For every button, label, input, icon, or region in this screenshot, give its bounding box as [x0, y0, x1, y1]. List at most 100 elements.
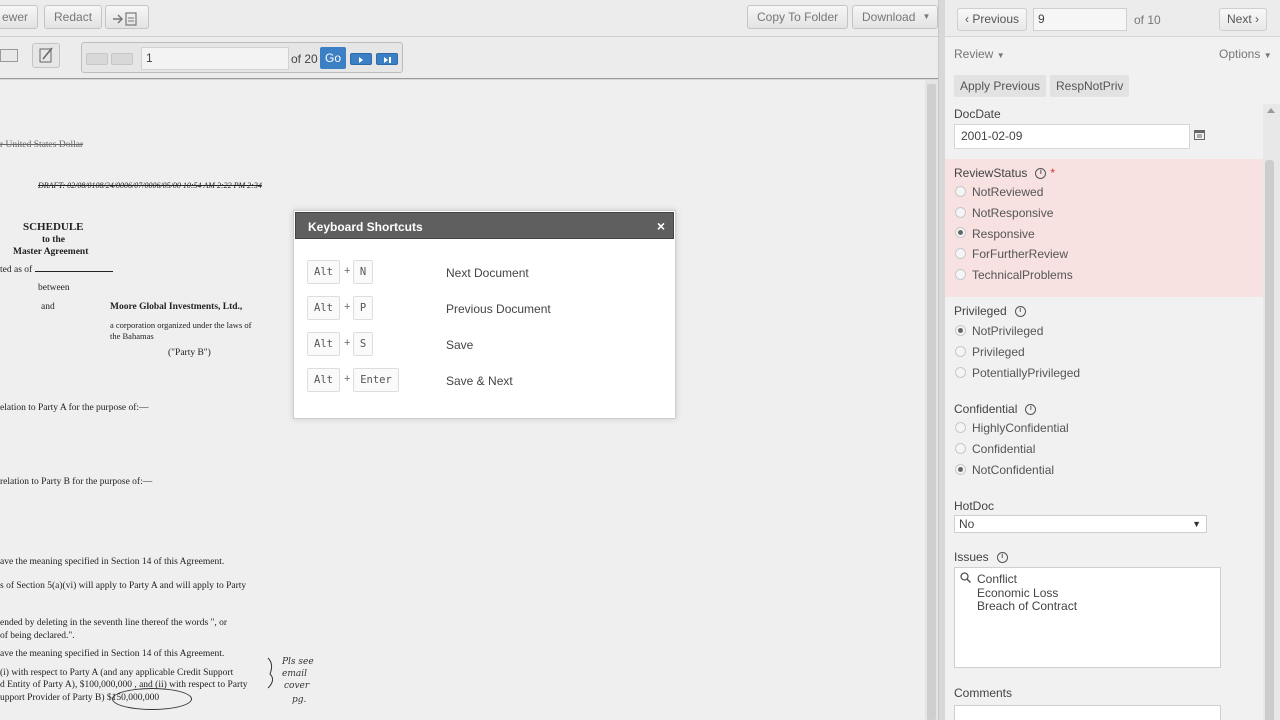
resp-not-priv-button[interactable]: RespNotPriv [1050, 75, 1130, 97]
comments-field[interactable] [954, 705, 1221, 720]
radio-technicalproblems[interactable] [955, 269, 966, 280]
doc-handwritten-note: Pls see email cover pg. [264, 652, 324, 712]
issue-item[interactable]: Breach of Contract [977, 599, 1077, 613]
radio-responsive[interactable] [955, 227, 966, 238]
caret-down-icon: ▼ [996, 51, 1005, 60]
plus-sign: + [344, 337, 351, 349]
doc-corp-line2: the Bahamas [110, 331, 154, 341]
radio-highlyconfidential[interactable] [955, 422, 966, 433]
shortcut-description: Next Document [446, 266, 529, 280]
doc-entity-line: d Entity of Party A), $100,000,000 , and… [0, 680, 248, 690]
document-scrollbar[interactable] [925, 80, 938, 720]
apply-previous-button[interactable]: Apply Previous [954, 75, 1047, 97]
calendar-icon[interactable] [1194, 129, 1205, 140]
review-menu[interactable]: Review ▼ [954, 47, 1005, 61]
required-marker: * [1050, 166, 1056, 180]
doc-number-input[interactable]: 9 [1033, 8, 1127, 31]
doc-corp-line1: a corporation organized under the laws o… [110, 320, 252, 330]
doc-dated-as-of: ted as of [0, 265, 113, 275]
doc-party-b-name: Moore Global Investments, Ltd., [110, 302, 243, 312]
keyboard-shortcuts-dialog: Keyboard Shortcuts × Alt + N Next Docume… [293, 210, 676, 419]
key-alt: Alt [307, 368, 340, 392]
copy-to-folder-button[interactable]: Copy To Folder [747, 5, 849, 29]
radio-notconfidential[interactable] [955, 464, 966, 475]
hotdoc-label: HotDoc [954, 499, 995, 513]
hotdoc-select[interactable]: No ▼ [954, 515, 1207, 533]
radio-label: TechnicalProblems [972, 268, 1073, 282]
coding-fields: DocDate 2001-02-09 ReviewStatus i * NotRev… [945, 104, 1263, 720]
radio-potentiallyprivileged[interactable] [955, 367, 966, 378]
export-button[interactable] [105, 5, 149, 29]
doc-respect-a: (i) with respect to Party A (and any app… [0, 668, 234, 678]
main-toolbar: ewer Redact Copy To Folder Download ▼ [0, 0, 945, 37]
panel-scrollbar[interactable] [1263, 104, 1280, 720]
next-page-button[interactable] [350, 53, 372, 65]
radio-label: ForFurtherReview [972, 247, 1069, 261]
doc-section5-line: s of Section 5(a)(vi) will apply to Part… [0, 581, 247, 591]
go-button[interactable]: Go [320, 47, 346, 69]
plus-sign: + [344, 373, 351, 385]
doc-amended-line: ended by deleting in the seventh line th… [0, 618, 228, 628]
doc-schedule-heading: SCHEDULE [23, 221, 84, 233]
doc-meaning-line: ave the meaning specified in Section 14 … [0, 557, 225, 567]
doc-circle-annotation [112, 688, 192, 710]
options-menu[interactable]: Options ▼ [1219, 47, 1272, 61]
radio-notresponsive[interactable] [955, 207, 966, 218]
radio-label: NotPrivileged [972, 324, 1044, 338]
viewer-button[interactable]: ewer [0, 5, 39, 29]
doc-meaning-line-2: ave the meaning specified in Section 14 … [0, 649, 225, 659]
radio-forfurtherreview[interactable] [955, 248, 966, 259]
doc-declared-line: of being declared.". [0, 631, 75, 641]
issue-item[interactable]: Conflict [977, 572, 1017, 586]
radio-label: NotConfidential [972, 463, 1055, 477]
radio-confidential[interactable] [955, 443, 966, 454]
doc-and: and [41, 302, 55, 312]
panel-splitter[interactable] [938, 0, 945, 720]
thumbnail-view-icon[interactable] [0, 49, 18, 62]
shortcut-description: Save [446, 338, 474, 352]
page-number-input[interactable]: 1 [141, 47, 289, 70]
next-doc-button[interactable]: Next › [1219, 8, 1268, 31]
redact-button[interactable]: Redact [44, 5, 103, 29]
search-icon[interactable] [960, 572, 972, 584]
pager-toolbar: 1 of 20 Go [0, 37, 945, 79]
radio-label: Responsive [972, 227, 1035, 241]
first-page-button[interactable] [86, 53, 108, 65]
radio-notprivileged[interactable] [955, 325, 966, 336]
comments-label: Comments [954, 686, 1013, 700]
privileged-label: Privileged i [954, 304, 1026, 318]
issue-item[interactable]: Economic Loss [977, 586, 1058, 600]
key-alt: Alt [307, 260, 340, 284]
download-button[interactable]: Download ▼ [852, 5, 939, 29]
info-icon: i [1035, 168, 1047, 180]
key-p: P [353, 296, 373, 320]
info-icon: i [1014, 306, 1026, 318]
caret-down-icon: ▼ [1192, 519, 1201, 529]
issues-label: Issues i [954, 550, 1008, 564]
last-page-button[interactable] [376, 53, 398, 65]
close-icon[interactable]: × [657, 218, 665, 234]
radio-notreviewed[interactable] [955, 186, 966, 197]
radio-label: Confidential [972, 442, 1036, 456]
svg-text:cover: cover [284, 681, 310, 691]
review-status-group: ReviewStatus i * NotReviewed NotResponsive… [945, 159, 1263, 297]
page-count: of 20 [291, 52, 318, 66]
previous-doc-button[interactable]: ‹ Previous [957, 8, 1028, 31]
svg-text:email: email [282, 669, 307, 679]
key-enter: Enter [353, 368, 399, 392]
docdate-input[interactable]: 2001-02-09 [954, 124, 1190, 149]
shortcut-description: Previous Document [446, 302, 551, 316]
annotate-icon[interactable] [32, 43, 60, 68]
plus-sign: + [344, 301, 351, 313]
radio-privileged[interactable] [955, 346, 966, 357]
previous-label: Previous [972, 12, 1020, 26]
prev-page-button[interactable] [111, 53, 133, 65]
shortcut-row: Alt + P Previous Document [294, 295, 674, 321]
docdate-label: DocDate [954, 107, 1001, 121]
issues-tree[interactable]: Conflict Economic Loss Breach of Contrac… [954, 567, 1221, 668]
doc-between: between [38, 283, 70, 293]
doc-navigation-bar: ‹ Previous 9 of 10 Next › [945, 0, 1280, 37]
doc-master-agreement: Master Agreement [13, 247, 89, 257]
page-navigator: 1 of 20 Go [81, 42, 403, 73]
hotdoc-value: No [959, 517, 975, 531]
